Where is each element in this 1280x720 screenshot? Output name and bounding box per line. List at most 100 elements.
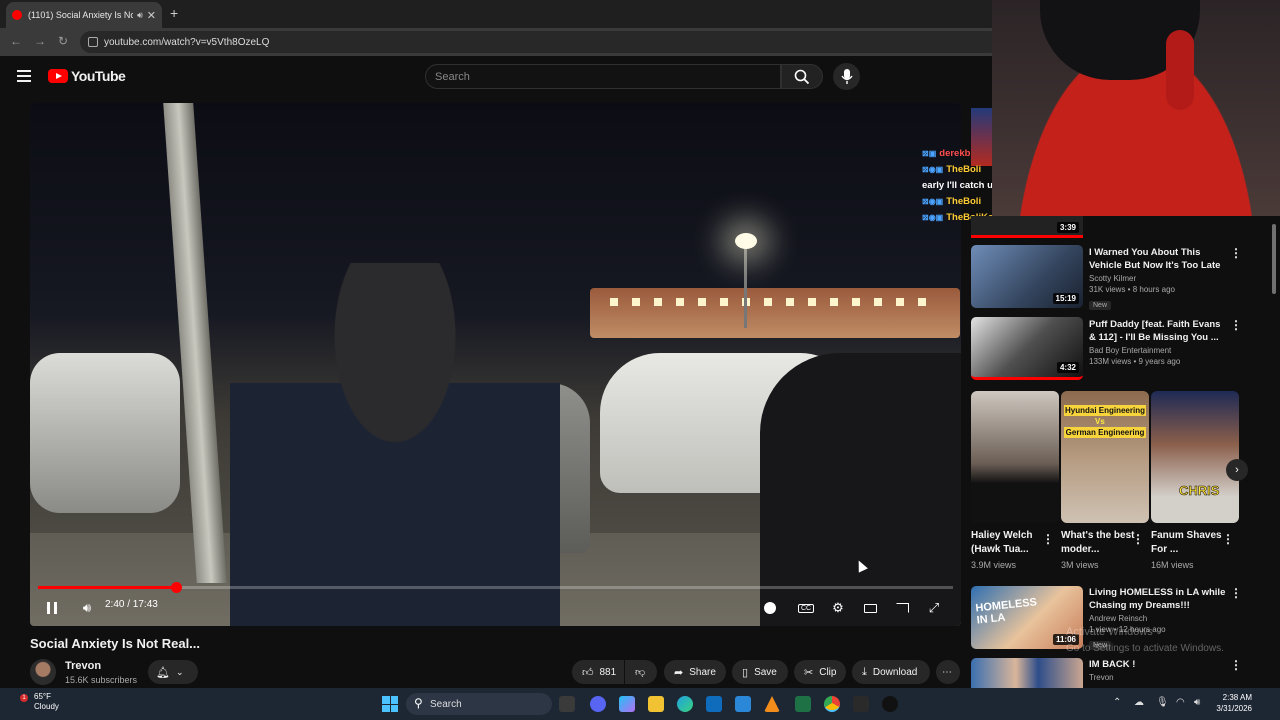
notification-subscription-button[interactable]: 🔔︎ ⌄	[148, 660, 198, 684]
short-title[interactable]: What's the best moder...	[1061, 529, 1139, 557]
channel-name[interactable]: Andrew Reinsch	[1089, 614, 1229, 623]
weather-widget[interactable]: 1 65°F Cloudy	[14, 692, 59, 712]
volume-button[interactable]: 🔊︎	[76, 597, 98, 619]
search-button[interactable]	[781, 64, 823, 89]
channel-name[interactable]: Trevon	[1089, 673, 1229, 682]
short-thumbnail[interactable]	[971, 391, 1059, 523]
save-button[interactable]: ▯ Save	[732, 660, 788, 684]
channel-avatar[interactable]	[30, 659, 56, 685]
video-title[interactable]: IM BACK !	[1089, 658, 1229, 671]
chrome-icon[interactable]	[824, 696, 840, 712]
epic-games-icon[interactable]	[853, 696, 869, 712]
store-building	[590, 288, 960, 338]
vlc-icon[interactable]	[764, 696, 780, 712]
theater-mode-button[interactable]	[859, 597, 881, 619]
dislike-button[interactable]: 👎︎	[625, 660, 657, 684]
copilot-icon[interactable]	[619, 696, 635, 712]
taskbar-search[interactable]: Search	[406, 693, 552, 715]
video-player[interactable]: 🔊︎ 2:40 / 17:43 CC ⚙ ⤢	[30, 103, 961, 626]
channel-name[interactable]: Bad Boy Entertainment	[1089, 346, 1229, 355]
short-overlay-text: German Engineering	[1064, 427, 1146, 438]
chat-username: TheBoli	[946, 195, 982, 207]
system-clock[interactable]: 2:38 AM 3/31/2026	[1212, 692, 1252, 714]
voice-search-button[interactable]	[833, 63, 860, 90]
excel-icon[interactable]	[795, 696, 811, 712]
hamburger-menu-icon[interactable]	[17, 70, 31, 82]
video-title: Social Anxiety Is Not Real...	[30, 636, 201, 651]
video-menu-icon[interactable]: ⋮	[1230, 246, 1242, 260]
autoplay-toggle[interactable]	[759, 597, 781, 619]
wifi-icon[interactable]: ◠	[1176, 697, 1185, 708]
app-icon[interactable]	[882, 696, 898, 712]
video-menu-icon[interactable]: ⋮	[1230, 318, 1242, 332]
video-title[interactable]: I Warned You About This Vehicle But Now …	[1089, 246, 1229, 272]
short-menu-icon[interactable]: ⋮	[1042, 532, 1054, 546]
file-explorer-icon[interactable]	[648, 696, 664, 712]
sidebar-video-info[interactable]: IM BACK ! Trevon	[1089, 658, 1229, 682]
reload-icon[interactable]: ↻	[58, 34, 68, 48]
pause-button[interactable]	[41, 597, 63, 619]
outlook-icon[interactable]	[735, 696, 751, 712]
url-field[interactable]: youtube.com/watch?v=v5Vth8OzeLQ	[80, 31, 1000, 53]
like-button[interactable]: 👍︎ 881	[572, 660, 624, 684]
video-title[interactable]: Living HOMELESS in LA while Chasing my D…	[1089, 586, 1229, 612]
task-view-icon[interactable]	[559, 696, 575, 712]
microsoft-store-icon[interactable]	[706, 696, 722, 712]
back-icon[interactable]: ←	[10, 34, 22, 48]
save-label: Save	[754, 666, 777, 678]
video-thumbnail[interactable]: 4:32	[971, 317, 1083, 380]
stream-chat-overlay: ⊠▣ derekb ⊠◉▣ TheBoli early I'll catch u ⊠…	[922, 145, 992, 225]
video-menu-icon[interactable]: ⋮	[1230, 586, 1242, 600]
carousel-next-button[interactable]: ›	[1226, 459, 1248, 481]
download-button[interactable]: ⤓ Download	[852, 660, 930, 684]
video-menu-icon[interactable]: ⋮	[1230, 658, 1242, 672]
channel-name[interactable]: Scotty Kilmer	[1089, 274, 1229, 283]
short-menu-icon[interactable]: ⋮	[1132, 532, 1144, 546]
short-thumbnail[interactable]: Hyundai Engineering Vs German Engineerin…	[1061, 391, 1149, 523]
more-actions-button[interactable]: ⋯	[936, 660, 960, 684]
site-info-icon[interactable]	[88, 37, 98, 47]
autoplay-icon	[764, 602, 776, 614]
close-tab-icon[interactable]: ✕	[147, 9, 156, 22]
clock-time: 2:38 AM	[1222, 693, 1252, 702]
short-menu-icon[interactable]: ⋮	[1222, 532, 1234, 546]
video-thumbnail[interactable]	[971, 658, 1083, 688]
cast-button[interactable]	[891, 597, 913, 619]
captions-button[interactable]: CC	[795, 597, 817, 619]
youtube-logo[interactable]: YouTube	[48, 68, 126, 84]
share-icon: ➦	[674, 666, 684, 679]
microphone-tray-icon[interactable]: 🎙︎	[1156, 697, 1169, 708]
partial-video-thumbnail-2[interactable]: 3:39	[971, 216, 1083, 238]
search-input[interactable]: Search	[425, 64, 781, 89]
activate-windows-subtitle: Go to Settings to activate Windows.	[1066, 643, 1224, 654]
show-hidden-icons-icon[interactable]: ⌃	[1113, 697, 1121, 708]
progress-bar[interactable]	[38, 582, 953, 593]
speaker-tray-icon[interactable]: 🔊︎	[1194, 697, 1200, 708]
network-tray-icon[interactable]: ☁	[1134, 697, 1144, 708]
sidebar-video-info[interactable]: I Warned You About This Vehicle But Now …	[1089, 246, 1229, 312]
video-thumbnail[interactable]: HOMELESS IN LA 11:06	[971, 586, 1083, 649]
sidebar-scrollbar[interactable]	[1270, 216, 1278, 686]
clip-button[interactable]: ✂ Clip	[794, 660, 846, 684]
share-label: Share	[689, 666, 716, 678]
new-tab-icon[interactable]: +	[170, 5, 178, 21]
short-thumbnail[interactable]: CHRIS	[1151, 391, 1239, 523]
short-title[interactable]: Fanum Shaves For ...	[1151, 529, 1229, 557]
discord-icon[interactable]	[590, 696, 606, 712]
edge-icon[interactable]	[677, 696, 693, 712]
browser-tab[interactable]: (1101) Social Anxiety Is Not Real... 🔊︎ …	[6, 2, 162, 28]
sidebar-video-info[interactable]: Puff Daddy [feat. Faith Evans & 112] - I…	[1089, 318, 1229, 366]
windows-start-button[interactable]	[382, 696, 398, 712]
video-thumbnail[interactable]: 15:19	[971, 245, 1083, 308]
thumbnail-text: HOMELESS IN LA	[974, 596, 1038, 627]
chat-username: TheBoli	[946, 163, 982, 175]
video-title[interactable]: Puff Daddy [feat. Faith Evans & 112] - I…	[1089, 318, 1229, 344]
short-title[interactable]: Haliey Welch (Hawk Tua...	[971, 529, 1049, 557]
speaker-icon[interactable]: 🔊︎	[137, 10, 143, 21]
forward-icon[interactable]: →	[34, 34, 46, 48]
share-button[interactable]: ➦ Share	[664, 660, 726, 684]
scrollbar-thumb[interactable]	[1272, 224, 1276, 294]
channel-name[interactable]: Trevon	[65, 660, 101, 672]
fullscreen-button[interactable]: ⤢	[923, 597, 945, 619]
settings-button[interactable]: ⚙	[827, 597, 849, 619]
